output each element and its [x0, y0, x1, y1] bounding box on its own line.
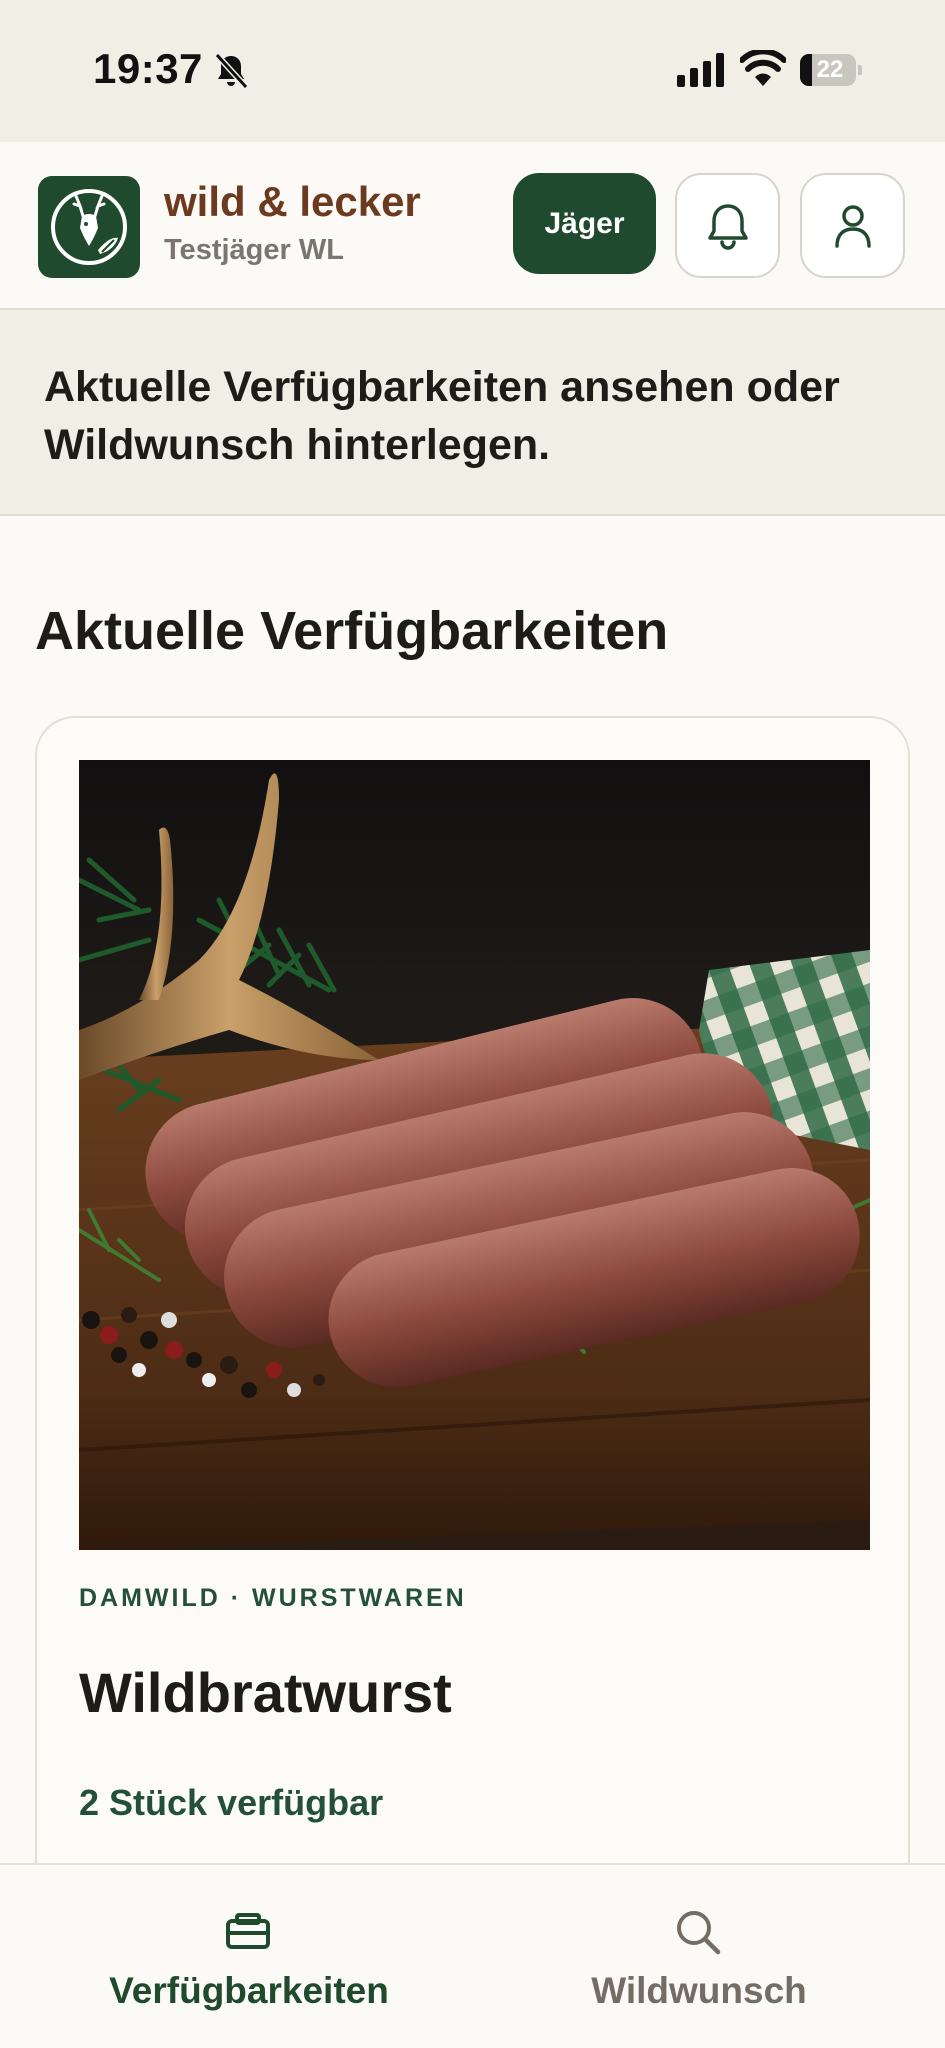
brand-subtitle: Testjäger WL — [164, 234, 344, 266]
tab-wildwunsch[interactable]: Wildwunsch — [473, 1865, 945, 2048]
status-bar: 19:37 22 — [0, 0, 945, 142]
product-image — [79, 760, 870, 1550]
deer-logo-icon — [51, 189, 127, 265]
battery-level: 22 — [816, 56, 844, 83]
availability-icon — [226, 1913, 270, 1949]
product-category: DAMWILD · WURSTWAREN — [79, 1584, 467, 1612]
user-icon — [834, 204, 871, 248]
bottom-nav: Verfügbarkeiten Wildwunsch — [0, 1863, 945, 2048]
notifications-button[interactable] — [675, 173, 780, 278]
product-availability: 2 Stück verfügbar — [79, 1782, 384, 1823]
profile-button[interactable] — [800, 173, 905, 278]
wifi-icon — [740, 50, 786, 86]
nav-label-verfuegbarkeiten: Verfügbarkeiten — [109, 1970, 389, 2011]
app-header: wild & lecker Testjäger WL Jäger — [0, 142, 945, 310]
app-logo[interactable] — [38, 176, 140, 278]
tab-verfuegbarkeiten[interactable]: Verfügbarkeiten — [0, 1865, 472, 2048]
product-name: Wildbratwurst — [79, 1661, 452, 1724]
intro-banner: Aktuelle Verfügbarkeiten ansehen oder Wi… — [0, 310, 945, 516]
status-time: 19:37 — [93, 45, 203, 92]
bell-icon — [707, 203, 748, 250]
brand-title: wild & lecker — [164, 178, 421, 225]
intro-text: Aktuelle Verfügbarkeiten ansehen oder Wi… — [44, 363, 840, 469]
product-card[interactable]: DAMWILD · WURSTWAREN Wildbratwurst 2 Stü… — [35, 716, 910, 2016]
role-button[interactable]: Jäger — [513, 173, 656, 274]
battery-icon: 22 — [800, 54, 862, 86]
section-title: Aktuelle Verfügbarkeiten — [35, 601, 669, 661]
bell-slash-icon — [214, 52, 249, 90]
search-icon — [677, 1911, 721, 1955]
cellular-signal-icon — [677, 53, 724, 87]
nav-label-wildwunsch: Wildwunsch — [591, 1970, 807, 2011]
